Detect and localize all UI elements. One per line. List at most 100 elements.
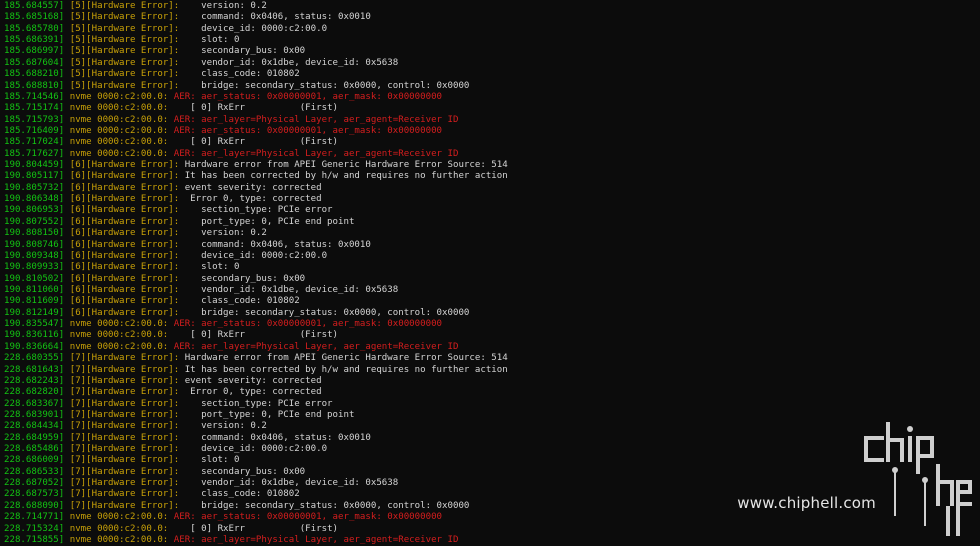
log-line: 190.811609] [6][Hardware Error]: class_c… [4,296,980,307]
log-timestamp: 190.805117] [4,171,65,182]
log-message: device_id: 0000:c2:00.0 [184,444,328,455]
log-source: [7][Hardware Error]: [69,466,180,477]
log-line: 190.809933] [6][Hardware Error]: slot: 0 [4,262,980,273]
log-source: nvme 0000:c2:00.0: [69,114,169,125]
log-timestamp: 190.804459] [4,160,65,171]
log-timestamp: 228.687052] [4,478,65,489]
log-timestamp: 228.682243] [4,375,65,386]
log-message: event severity: corrected [184,182,322,193]
log-timestamp: 185.716409] [4,125,65,136]
log-message: AER: aer_layer=Physical Layer, aer_agent… [173,534,459,545]
log-source: [6][Hardware Error]: [69,284,180,295]
log-message: AER: aer_status: 0x00000001, aer_mask: 0… [173,512,443,523]
log-line: 185.715793] nvme 0000:c2:00.0: AER: aer_… [4,115,980,126]
log-timestamp: 190.836116] [4,330,65,341]
log-timestamp: 190.809933] [4,262,65,273]
log-timestamp: 185.688810] [4,80,65,91]
log-message: It has been corrected by h/w and require… [184,171,508,182]
log-source: [6][Hardware Error]: [69,273,180,284]
log-source: nvme 0000:c2:00.0: [69,341,169,352]
log-timestamp: 190.806348] [4,194,65,205]
log-line: 190.836116] nvme 0000:c2:00.0: [ 0] RxEr… [4,330,980,341]
log-line: 185.688210] [5][Hardware Error]: class_c… [4,69,980,80]
log-message: class_code: 010802 [184,69,300,80]
log-message: [ 0] RxErr (First) [173,103,339,114]
log-source: [7][Hardware Error]: [69,387,180,398]
log-source: nvme 0000:c2:00.0: [69,148,169,159]
log-source: [6][Hardware Error]: [69,171,180,182]
log-timestamp: 190.808746] [4,239,65,250]
log-message: section_type: PCIe error [184,398,333,409]
log-source: [5][Hardware Error]: [69,23,180,34]
log-message: class_code: 010802 [184,296,300,307]
log-message: device_id: 0000:c2:00.0 [184,250,328,261]
log-line: 190.835547] nvme 0000:c2:00.0: AER: aer_… [4,319,980,330]
log-message: version: 0.2 [184,228,267,239]
log-source: [7][Hardware Error]: [69,432,180,443]
log-source: [7][Hardware Error]: [69,409,180,420]
log-timestamp: 228.715324] [4,523,65,534]
log-line: 185.714546] nvme 0000:c2:00.0: AER: aer_… [4,92,980,103]
log-line: 190.811060] [6][Hardware Error]: vendor_… [4,285,980,296]
log-timestamp: 228.680355] [4,353,65,364]
log-timestamp: 228.686533] [4,466,65,477]
log-timestamp: 190.805732] [4,182,65,193]
log-message: vendor_id: 0x1dbe, device_id: 0x5638 [184,284,399,295]
log-message: Error 0, type: corrected [184,387,322,398]
log-message: event severity: corrected [184,375,322,386]
log-message: bridge: secondary_status: 0x0000, contro… [184,500,470,511]
log-source: nvme 0000:c2:00.0: [69,91,169,102]
log-source: [5][Hardware Error]: [69,46,180,57]
log-message: bridge: secondary_status: 0x0000, contro… [184,80,470,91]
log-line: 185.717627] nvme 0000:c2:00.0: AER: aer_… [4,149,980,160]
log-line: 190.806348] [6][Hardware Error]: Error 0… [4,194,980,205]
log-timestamp: 185.688210] [4,69,65,80]
log-line: 190.807552] [6][Hardware Error]: port_ty… [4,217,980,228]
log-source: [6][Hardware Error]: [69,296,180,307]
log-message: version: 0.2 [184,421,267,432]
log-source: [6][Hardware Error]: [69,239,180,250]
log-source: [7][Hardware Error]: [69,364,180,375]
log-source: [7][Hardware Error]: [69,444,180,455]
log-timestamp: 185.685780] [4,23,65,34]
log-source: [5][Hardware Error]: [69,35,180,46]
log-timestamp: 228.683367] [4,398,65,409]
log-source: [6][Hardware Error]: [69,307,180,318]
log-source: [7][Hardware Error]: [69,375,180,386]
log-timestamp: 228.688090] [4,500,65,511]
log-line: 190.812149] [6][Hardware Error]: bridge:… [4,308,980,319]
log-line: 185.717024] nvme 0000:c2:00.0: [ 0] RxEr… [4,137,980,148]
log-timestamp: 228.682820] [4,387,65,398]
log-source: [6][Hardware Error]: [69,228,180,239]
log-source: nvme 0000:c2:00.0: [69,512,169,523]
log-line: 185.686391] [5][Hardware Error]: slot: 0 [4,35,980,46]
log-message: It has been corrected by h/w and require… [184,364,508,375]
log-source: nvme 0000:c2:00.0: [69,330,169,341]
log-source: [6][Hardware Error]: [69,194,180,205]
log-message: [ 0] RxErr (First) [173,523,339,534]
log-timestamp: 228.687573] [4,489,65,500]
log-timestamp: 190.811060] [4,284,65,295]
log-line: 185.688810] [5][Hardware Error]: bridge:… [4,81,980,92]
log-message: device_id: 0000:c2:00.0 [184,23,328,34]
log-line: 185.686997] [5][Hardware Error]: seconda… [4,46,980,57]
log-line: 185.687604] [5][Hardware Error]: vendor_… [4,58,980,69]
log-line: 228.683367] [7][Hardware Error]: section… [4,399,980,410]
log-source: nvme 0000:c2:00.0: [69,319,169,330]
log-line: 190.805732] [6][Hardware Error]: event s… [4,183,980,194]
log-line: 185.685168] [5][Hardware Error]: command… [4,12,980,23]
log-line: 185.684557] [5][Hardware Error]: version… [4,1,980,12]
log-timestamp: 228.684959] [4,432,65,443]
log-line: 190.809348] [6][Hardware Error]: device_… [4,251,980,262]
log-message: secondary_bus: 0x00 [184,466,306,477]
log-line: 185.685780] [5][Hardware Error]: device_… [4,24,980,35]
log-source: [6][Hardware Error]: [69,262,180,273]
log-source: [7][Hardware Error]: [69,455,180,466]
log-line: 190.808150] [6][Hardware Error]: version… [4,228,980,239]
log-source: [5][Hardware Error]: [69,80,180,91]
log-source: [5][Hardware Error]: [69,69,180,80]
log-timestamp: 190.811609] [4,296,65,307]
log-message: command: 0x0406, status: 0x0010 [184,239,371,250]
log-message: [ 0] RxErr (First) [173,330,339,341]
log-source: nvme 0000:c2:00.0: [69,523,169,534]
